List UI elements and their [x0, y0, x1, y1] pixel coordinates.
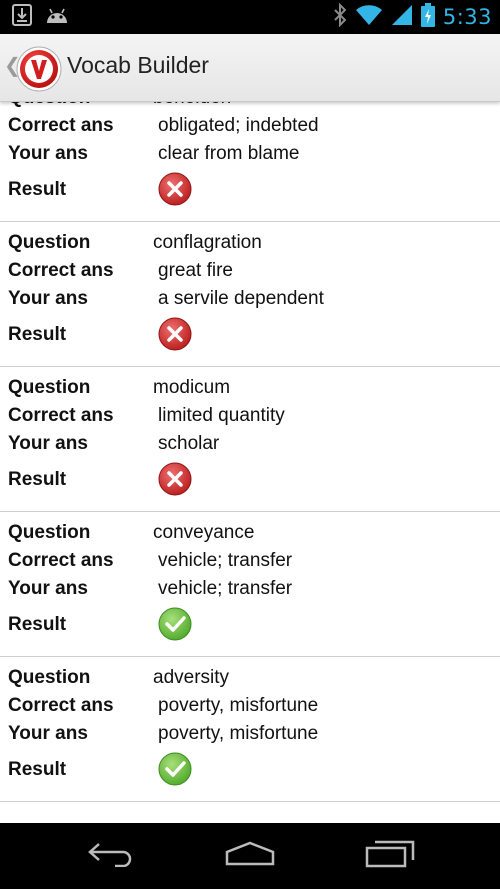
result-entry: Question modicum Correct ans limited qua…	[0, 367, 500, 512]
app-logo-icon[interactable]	[16, 46, 62, 92]
result-label: Result	[8, 179, 67, 200]
correct-check-icon	[158, 607, 192, 641]
recents-icon	[365, 840, 415, 873]
your-answer-label: Your ans	[8, 143, 88, 164]
correct-answer-label: Correct ans	[8, 260, 114, 281]
results-list[interactable]: Question beholden Correct ans obligated;…	[0, 101, 500, 823]
correct-answer-label: Correct ans	[8, 550, 114, 571]
result-entry: Question adversity Correct ans poverty, …	[0, 657, 500, 802]
question-label: Question	[8, 232, 91, 253]
correct-answer-value: obligated; indebted	[158, 115, 319, 136]
correct-answer-value: vehicle; transfer	[158, 550, 293, 571]
question-label: Question	[8, 101, 90, 109]
your-answer-value: poverty, misfortune	[158, 723, 319, 744]
home-button[interactable]	[210, 836, 290, 876]
incorrect-x-icon	[158, 462, 192, 496]
signal-icon	[391, 4, 413, 31]
question-word: beholden	[153, 101, 231, 109]
recents-button[interactable]	[350, 836, 430, 876]
result-label: Result	[8, 469, 67, 490]
wifi-icon	[355, 4, 383, 31]
result-label: Result	[8, 759, 67, 780]
incorrect-x-icon	[158, 317, 192, 351]
home-icon	[224, 841, 276, 872]
back-button[interactable]	[71, 836, 151, 876]
system-icons: 5:33	[333, 2, 492, 32]
your-answer-label: Your ans	[8, 578, 88, 599]
incorrect-x-icon	[158, 172, 192, 206]
correct-answer-value: poverty, misfortune	[158, 695, 319, 716]
result-entry: Question beholden Correct ans obligated;…	[0, 101, 500, 222]
question-word: adversity	[153, 667, 230, 688]
your-answer-value: vehicle; transfer	[158, 578, 293, 599]
your-answer-label: Your ans	[8, 433, 88, 454]
correct-answer-value: great fire	[158, 260, 233, 281]
correct-answer-value: limited quantity	[158, 405, 285, 426]
notification-icons	[12, 3, 70, 31]
download-icon	[12, 3, 32, 31]
your-answer-label: Your ans	[8, 723, 88, 744]
navigation-bar	[0, 823, 500, 889]
action-bar: ❮ Vocab Builder	[0, 34, 500, 102]
question-word: conveyance	[153, 522, 255, 543]
your-answer-value: scholar	[158, 433, 220, 454]
your-answer-label: Your ans	[8, 288, 88, 309]
your-answer-value: clear from blame	[158, 143, 300, 164]
question-label: Question	[8, 667, 91, 688]
question-label: Question	[8, 522, 91, 543]
correct-answer-label: Correct ans	[8, 405, 114, 426]
question-label: Question	[8, 377, 91, 398]
back-icon	[87, 841, 135, 872]
correct-answer-label: Correct ans	[8, 115, 114, 136]
correct-check-icon	[158, 752, 192, 786]
result-label: Result	[8, 324, 67, 345]
correct-answer-label: Correct ans	[8, 695, 114, 716]
status-bar: 5:33	[0, 0, 500, 34]
battery-icon	[420, 2, 435, 32]
bluetooth-icon	[333, 2, 347, 32]
your-answer-value: a servile dependent	[158, 288, 324, 309]
android-icon	[44, 6, 70, 29]
clock: 5:33	[442, 5, 492, 29]
question-word: modicum	[153, 377, 231, 398]
result-entry: Question conflagration Correct ans great…	[0, 222, 500, 367]
question-word: conflagration	[153, 232, 262, 253]
page-title: Vocab Builder	[67, 52, 209, 78]
result-label: Result	[8, 614, 67, 635]
result-entry: Question conveyance Correct ans vehicle;…	[0, 512, 500, 657]
